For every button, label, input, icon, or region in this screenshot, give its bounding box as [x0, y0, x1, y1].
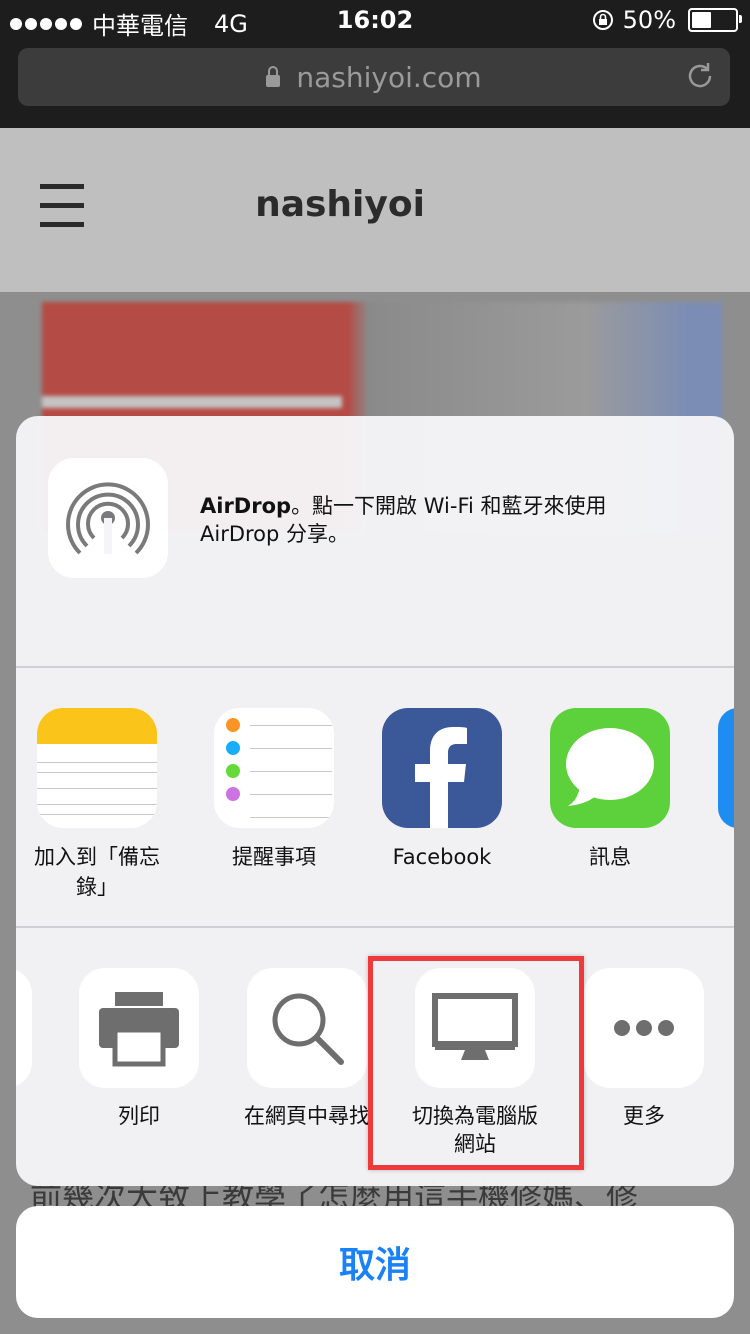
action-label: 在網頁中尋找 [244, 1104, 370, 1128]
app-label: 提醒事項 [232, 845, 316, 869]
airdrop-icon[interactable] [48, 458, 168, 578]
site-title[interactable]: nashiyoi [0, 184, 680, 225]
battery-percent: 50% [622, 6, 676, 34]
action-more[interactable]: 更多 [559, 968, 729, 1130]
messages-icon [550, 708, 670, 828]
share-app-facebook[interactable]: Facebook [367, 708, 517, 872]
action-request-desktop-site[interactable]: 切換為電腦版 網站 [390, 968, 560, 1158]
share-app-messages[interactable]: 訊息 [535, 708, 685, 872]
reload-icon[interactable] [684, 60, 716, 92]
address-bar[interactable]: nashiyoi.com [18, 48, 730, 106]
app-label: 訊息 [589, 845, 631, 869]
airdrop-description-line1: 。點一下開啟 Wi-Fi 和藍牙來使用 [291, 494, 607, 518]
airdrop-description: AirDrop。點一下開啟 Wi-Fi 和藍牙來使用 AirDrop 分享。 [200, 492, 700, 548]
site-header: nashiyoi [0, 128, 750, 292]
desktop-icon [415, 968, 535, 1088]
action-label: 切換為電腦版 [412, 1104, 538, 1128]
airdrop-section[interactable]: AirDrop。點一下開啟 Wi-Fi 和藍牙來使用 AirDrop 分享。 [16, 416, 734, 668]
action-find-in-page[interactable]: 在網頁中尋找 [222, 968, 392, 1130]
more-icon [584, 968, 704, 1088]
app-label: Facebook [392, 845, 492, 869]
printer-icon [79, 968, 199, 1088]
app-label: 加入到「備忘 [34, 845, 160, 869]
url-text: nashiyoi.com [296, 60, 482, 94]
lock-icon [266, 66, 281, 87]
notes-icon [37, 708, 157, 828]
cancel-button[interactable]: 取消 [16, 1206, 734, 1318]
airdrop-description-line2: AirDrop 分享。 [200, 522, 350, 546]
status-bar: 中華電信 4G 16:02 50% [0, 0, 750, 40]
battery-icon [688, 8, 742, 32]
action-print[interactable]: 列印 [54, 968, 224, 1130]
search-icon [247, 968, 367, 1088]
browser-toolbar: nashiyoi.com [0, 40, 750, 128]
share-sheet: AirDrop。點一下開啟 Wi-Fi 和藍牙來使用 AirDrop 分享。 加… [16, 416, 734, 1186]
partial-app-icon[interactable] [718, 708, 734, 828]
action-label: 更多 [623, 1104, 665, 1128]
action-label-line2: 網站 [454, 1132, 496, 1156]
reminders-icon [214, 708, 334, 828]
share-app-notes[interactable]: 加入到「備忘 錄」 [22, 708, 172, 902]
app-label-line2: 錄」 [76, 875, 118, 899]
airdrop-title: AirDrop [200, 494, 292, 518]
share-app-reminders[interactable]: 提醒事項 [199, 708, 349, 872]
action-label: 列印 [118, 1104, 160, 1128]
share-actions-row[interactable]: 列印 在網頁中尋找 切換為電腦版 網站 更多 [16, 928, 734, 1186]
facebook-icon [382, 708, 502, 828]
rotation-lock-icon [592, 10, 613, 30]
share-apps-row[interactable]: 加入到「備忘 錄」 提醒事項 Facebook 訊息 [16, 668, 734, 928]
partial-action-icon[interactable] [16, 968, 32, 1088]
